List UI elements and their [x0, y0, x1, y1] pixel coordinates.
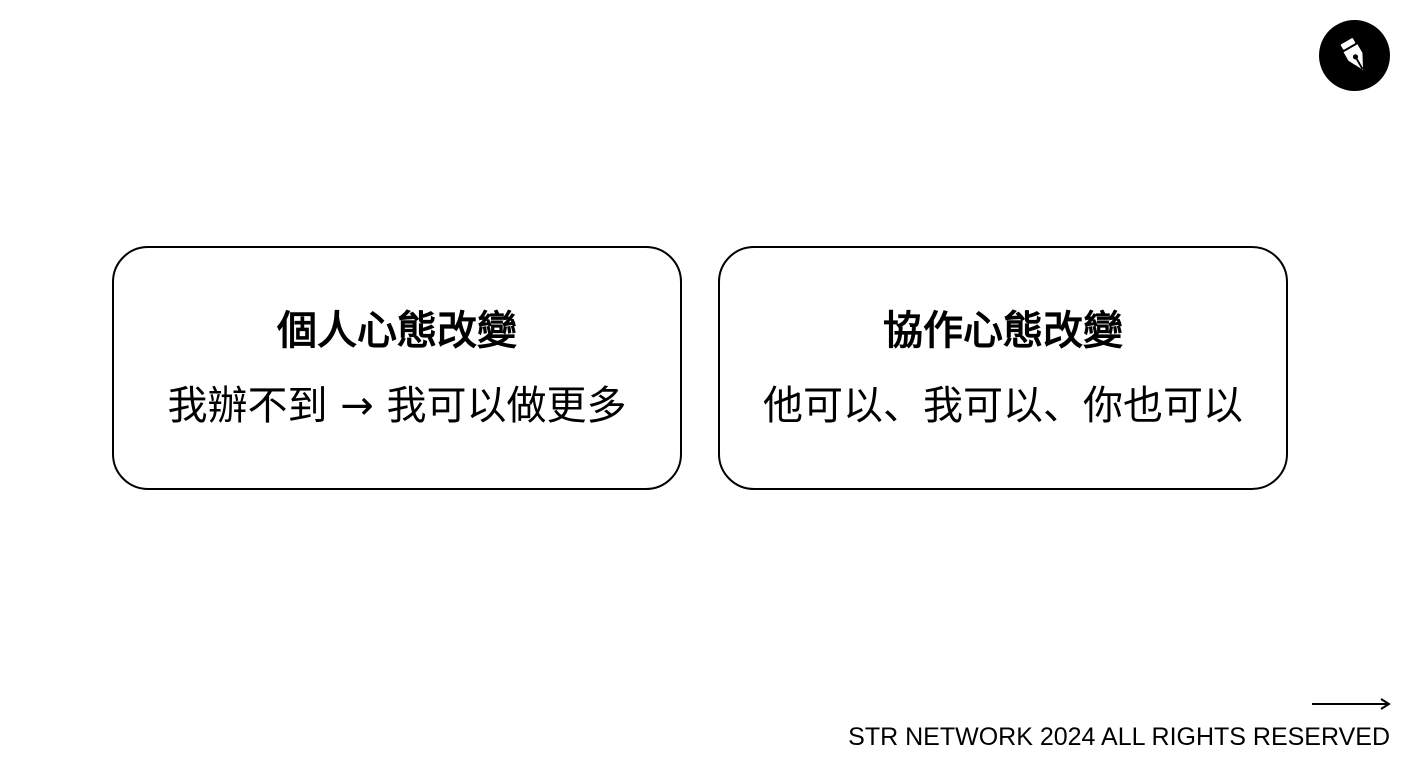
arrow-right-icon[interactable] [1312, 696, 1392, 712]
card-text: 我辦不到 → 我可以做更多 [167, 382, 627, 429]
footer-copyright: STR NETWORK 2024 ALL RIGHTS RESERVED [848, 723, 1390, 751]
card-personal-mindset: 個人心態改變 我辦不到 → 我可以做更多 [112, 246, 682, 490]
fountain-pen-icon [1340, 37, 1363, 70]
card-title: 個人心態改變 [277, 307, 517, 354]
card-collaborative-mindset: 協作心態改變 他可以、我可以、你也可以 [718, 246, 1288, 490]
card-text: 他可以、我可以、你也可以 [763, 382, 1243, 429]
logo-badge [1319, 20, 1390, 91]
card-title: 協作心態改變 [883, 307, 1123, 354]
